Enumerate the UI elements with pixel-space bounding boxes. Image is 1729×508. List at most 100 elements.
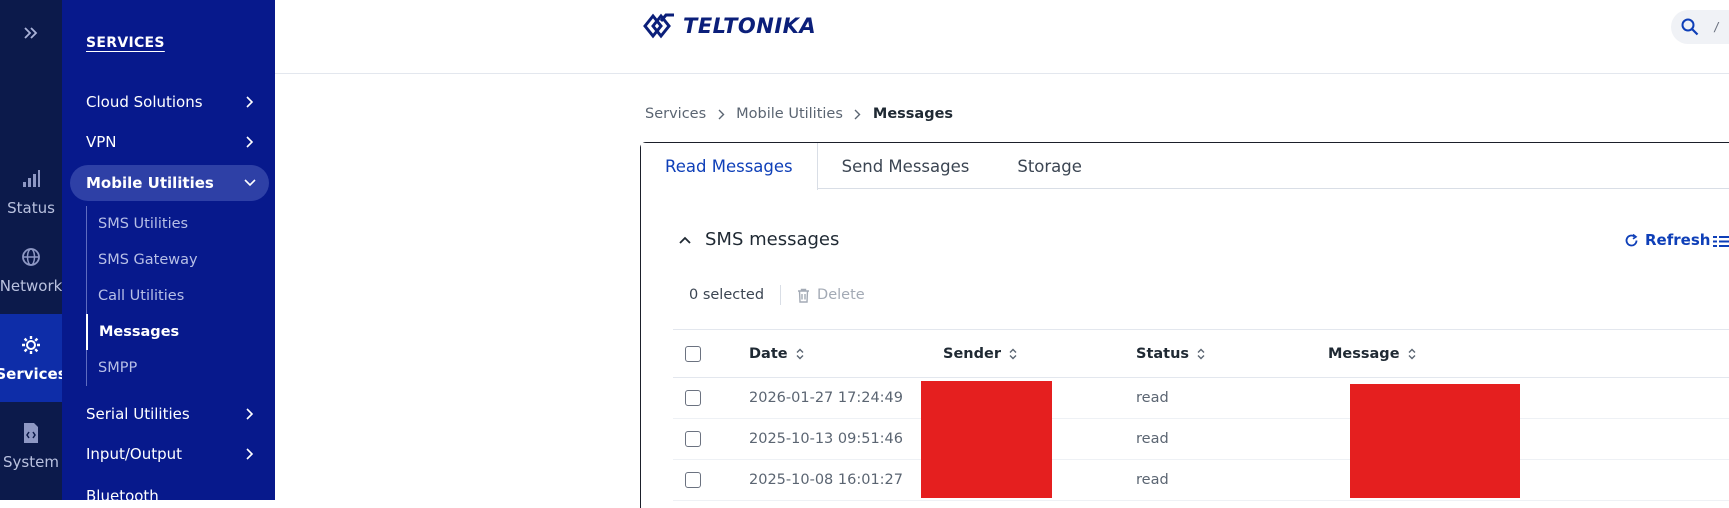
globe-icon	[19, 245, 43, 269]
submenu-item-call-utilities[interactable]: Call Utilities	[87, 278, 266, 314]
expand-menu-button[interactable]	[0, 18, 62, 48]
chevron-right-icon	[243, 447, 257, 461]
menu-item-input-output[interactable]: Input/Output	[70, 436, 269, 472]
menu-item-mobile-utilities[interactable]: Mobile Utilities	[70, 165, 269, 201]
column-header-message[interactable]: Message	[1328, 346, 1416, 362]
row-select-cell	[685, 431, 701, 447]
table-toolbar: 0 selected Delete	[689, 285, 865, 305]
top-header: TELTONIKA /	[275, 0, 1729, 74]
submenu-item-sms-gateway[interactable]: SMS Gateway	[87, 242, 266, 278]
breadcrumb-item-services[interactable]: Services	[645, 106, 706, 122]
tab-read-messages[interactable]: Read Messages	[641, 143, 818, 190]
chevron-up-icon	[679, 236, 691, 244]
menu-item-label: Serial Utilities	[86, 405, 190, 423]
select-all-checkbox[interactable]	[685, 345, 701, 362]
file-code-icon	[19, 421, 43, 445]
menu-item-cloud-solutions[interactable]: Cloud Solutions	[70, 84, 269, 120]
sender-redaction	[921, 381, 1052, 498]
row-checkbox[interactable]	[685, 431, 701, 447]
logo-text: TELTONIKA	[683, 14, 817, 38]
tab-bar: Read Messages Send Messages Storage	[641, 143, 1729, 190]
chevron-down-icon	[243, 176, 257, 190]
menu-item-vpn[interactable]: VPN	[70, 124, 269, 160]
select-all-cell	[685, 345, 701, 362]
refresh-icon	[1625, 233, 1638, 246]
breadcrumb-item-messages: Messages	[872, 106, 954, 122]
chevron-right-icon	[243, 135, 257, 149]
column-header-label: Status	[1136, 345, 1190, 362]
rail-item-label: Services	[0, 365, 67, 383]
section-title: SMS messages	[705, 229, 840, 250]
row-select-cell	[685, 390, 701, 406]
double-chevron-right-icon	[24, 27, 38, 39]
column-header-label: Message	[1328, 345, 1400, 362]
row-select-cell	[685, 472, 701, 488]
status-cell: read	[1136, 390, 1169, 406]
menu-item-label: VPN	[86, 133, 117, 151]
chevron-right-icon	[853, 108, 863, 120]
date-cell: 2025-10-13 09:51:46	[749, 431, 903, 447]
chevron-right-icon	[243, 95, 257, 109]
delete-label: Delete	[817, 287, 865, 303]
rail-item-system[interactable]: System	[0, 402, 62, 490]
chevron-right-icon	[716, 108, 726, 120]
rail-item-label: Status	[7, 199, 55, 217]
chevron-right-icon	[243, 407, 257, 421]
messages-card: Read Messages Send Messages Storage SMS …	[640, 142, 1729, 508]
trash-icon	[798, 288, 810, 303]
gear-icon	[19, 333, 43, 357]
submenu-item-messages[interactable]: Messages	[86, 314, 266, 350]
menu-item-serial-utilities[interactable]: Serial Utilities	[70, 396, 269, 432]
sort-icon	[1009, 348, 1017, 359]
toolbar-divider	[780, 285, 782, 305]
search-shortcut: /	[1713, 20, 1721, 34]
sort-icon	[796, 348, 804, 359]
submenu-item-smpp[interactable]: SMPP	[87, 350, 266, 386]
table-header-row: Date Sender Status Message	[673, 330, 1729, 378]
rail-item-label: System	[3, 453, 59, 471]
search-icon	[1681, 18, 1699, 36]
refresh-button[interactable]: Refresh	[1624, 231, 1710, 249]
search-input[interactable]: /	[1671, 10, 1729, 44]
delete-button[interactable]: Delete	[797, 287, 865, 303]
row-checkbox[interactable]	[685, 390, 701, 406]
menu-item-bluetooth[interactable]: Bluetooth	[70, 478, 269, 508]
date-cell: 2025-10-08 16:01:27	[749, 472, 903, 488]
menu-item-label: Mobile Utilities	[86, 174, 214, 192]
menu-title: SERVICES	[86, 35, 165, 51]
submenu-item-sms-utilities[interactable]: SMS Utilities	[87, 206, 266, 242]
column-header-label: Sender	[943, 345, 1001, 362]
rail-item-status[interactable]: Status	[0, 148, 62, 236]
sort-icon	[1408, 348, 1416, 359]
sort-icon	[1197, 348, 1205, 359]
table-row[interactable]: 2025-10-08 16:01:27 read	[673, 460, 1729, 501]
columns-settings-icon[interactable]	[1713, 233, 1729, 252]
column-header-date[interactable]: Date	[749, 346, 804, 362]
rail-item-services[interactable]: Services	[0, 314, 67, 402]
column-header-status[interactable]: Status	[1136, 346, 1205, 362]
menu-item-label: Bluetooth	[86, 487, 159, 505]
row-checkbox[interactable]	[685, 472, 701, 488]
status-cell: read	[1136, 472, 1169, 488]
rail-item-network[interactable]: Network	[0, 226, 62, 314]
breadcrumb-item-mobile-utilities[interactable]: Mobile Utilities	[736, 106, 843, 122]
logo-mark-icon	[643, 13, 674, 39]
date-cell: 2026-01-27 17:24:49	[749, 390, 903, 406]
services-menu: SERVICES Cloud Solutions VPN Mobile Util…	[62, 0, 275, 505]
selected-count: 0 selected	[689, 287, 765, 303]
sms-section-toggle[interactable]: SMS messages	[679, 229, 839, 250]
menu-item-label: Cloud Solutions	[86, 93, 203, 111]
teltonika-logo[interactable]: TELTONIKA	[641, 10, 816, 42]
mobile-utilities-submenu: SMS Utilities SMS Gateway Call Utilities…	[86, 206, 266, 386]
table-row[interactable]: 2025-10-13 09:51:46 read	[673, 419, 1729, 460]
messages-table: Date Sender Status Message 2026-01-27 17…	[673, 329, 1729, 501]
refresh-label: Refresh	[1645, 231, 1711, 249]
rail-item-label: Network	[0, 277, 63, 295]
message-redaction	[1350, 384, 1520, 498]
tab-storage[interactable]: Storage	[993, 143, 1106, 189]
primary-rail: Status Network Services System	[0, 0, 67, 500]
signal-bars-icon	[19, 167, 43, 191]
tab-send-messages[interactable]: Send Messages	[818, 143, 994, 189]
table-row[interactable]: 2026-01-27 17:24:49 read	[673, 378, 1729, 419]
column-header-sender[interactable]: Sender	[943, 346, 1017, 362]
